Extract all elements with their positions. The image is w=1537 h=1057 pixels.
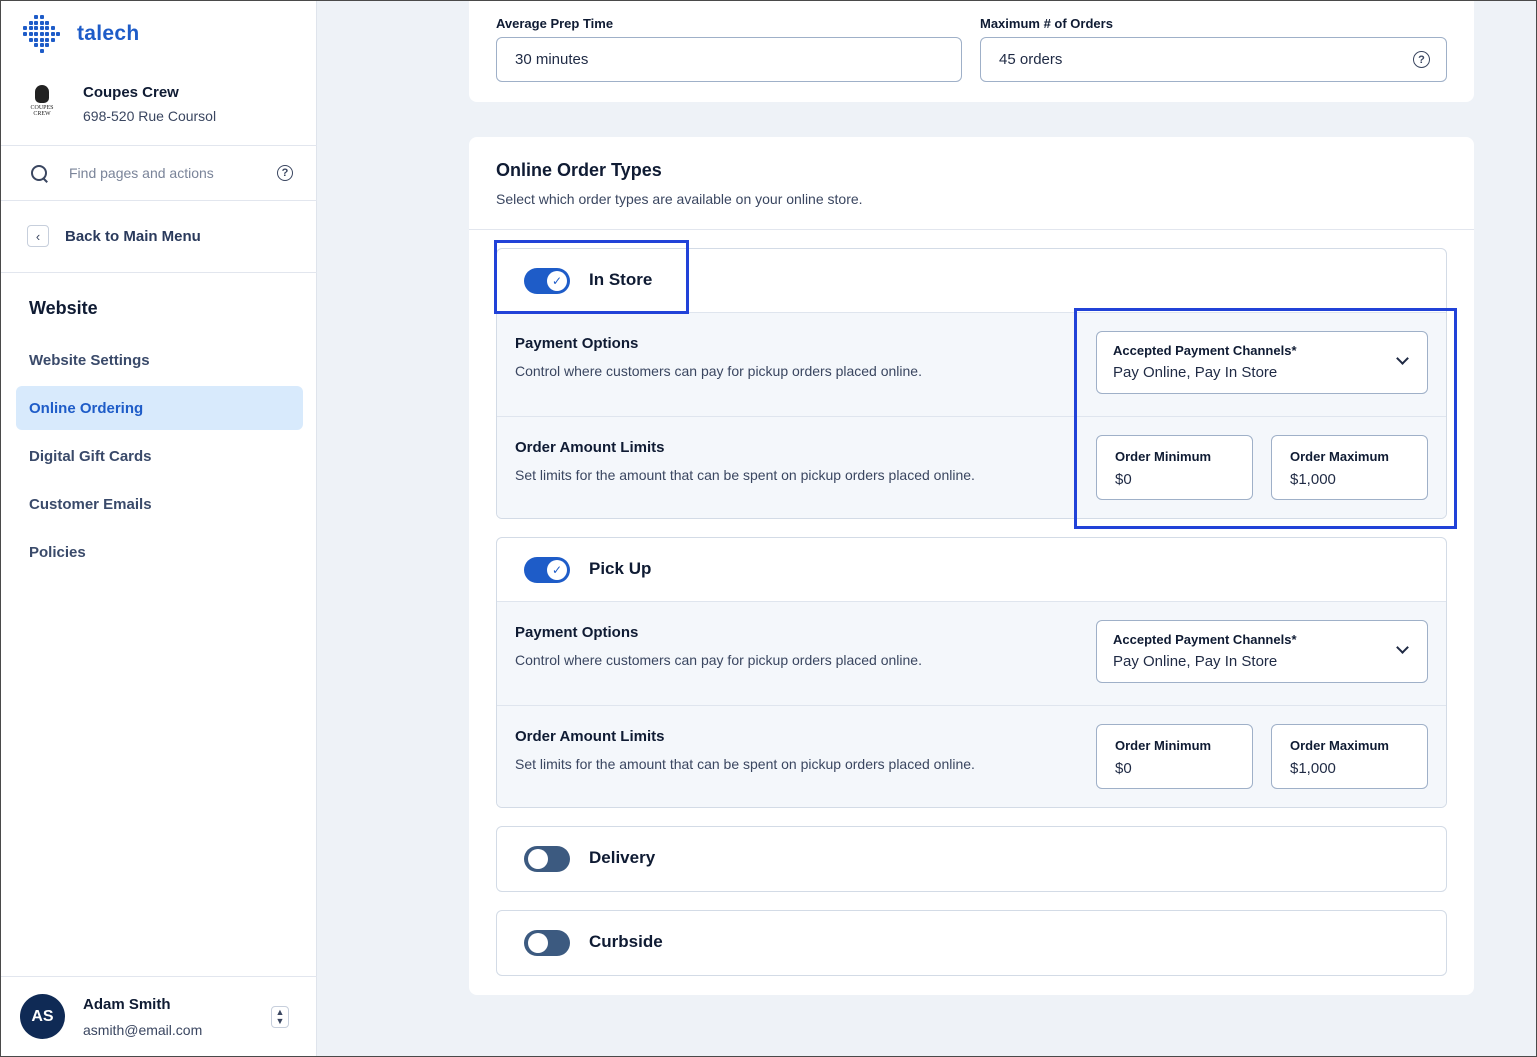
sidebar-item-policies[interactable]: Policies [16,530,303,574]
order-type-name: In Store [589,270,653,289]
check-icon: ✓ [547,560,567,580]
select-label: Accepted Payment Channels* [1113,343,1297,358]
back-to-main-menu-label: Back to Main Menu [65,227,201,245]
curbside-toggle[interactable] [524,930,570,956]
user-email: asmith@email.com [83,1022,203,1038]
order-minimum-value: $0 [1115,760,1132,777]
order-type-curbside: Curbside [496,910,1447,976]
order-amount-limits-title: Order Amount Limits [515,728,665,745]
payment-options-desc: Control where customers can pay for pick… [515,363,922,379]
order-minimum-label: Order Minimum [1115,449,1212,464]
select-label: Accepted Payment Channels* [1113,632,1297,647]
pick-up-toggle[interactable]: ✓ [524,557,570,583]
app-frame: talech COUPES CREW Coupes Crew 698-520 R… [0,0,1537,1057]
sidebar-item-online-ordering[interactable]: Online Ordering [16,386,303,430]
order-maximum-value: $1,000 [1290,760,1336,777]
help-icon[interactable]: ? [1413,51,1430,68]
order-amount-limits-desc: Set limits for the amount that can be sp… [515,467,975,483]
order-maximum-field[interactable]: Order Maximum $1,000 [1271,435,1428,500]
help-icon[interactable]: ? [277,165,293,181]
order-amount-limits-desc: Set limits for the amount that can be sp… [515,756,975,772]
order-minimum-field[interactable]: Order Minimum $0 [1096,724,1253,789]
order-minimum-field[interactable]: Order Minimum $0 [1096,435,1253,500]
brand[interactable]: talech [23,15,140,53]
order-type-name: Pick Up [589,559,652,578]
order-type-delivery: Delivery [496,826,1447,892]
average-prep-time-value: 30 minutes [515,51,589,68]
search-icon [29,163,49,183]
order-maximum-value: $1,000 [1290,471,1336,488]
search-bar: ? [29,161,293,185]
chevron-down-icon [1396,641,1409,654]
brand-name: talech [77,22,140,45]
back-to-main-menu-button[interactable]: ‹ Back to Main Menu [27,225,201,247]
accepted-payment-channels-select[interactable]: Accepted Payment Channels* Pay Online, P… [1096,331,1428,394]
max-orders-value: 45 orders [999,51,1063,68]
order-minimum-label: Order Minimum [1115,738,1212,753]
account-switcher-icon[interactable]: ▲ ▼ [271,1006,289,1028]
order-amount-limits-row: Order Amount Limits Set limits for the a… [497,416,1446,518]
section-title: Website [29,298,98,318]
chevron-left-icon: ‹ [27,225,49,247]
payment-options-desc: Control where customers can pay for pick… [515,652,922,668]
select-value: Pay Online, Pay In Store [1113,653,1278,670]
order-minimum-value: $0 [1115,471,1132,488]
payment-options-row: Payment Options Control where customers … [497,312,1446,416]
store-address: 698-520 Rue Coursol [83,108,217,124]
search-input[interactable] [69,165,259,181]
select-value: Pay Online, Pay In Store [1113,364,1278,381]
order-amount-limits-row: Order Amount Limits Set limits for the a… [497,705,1446,807]
online-order-types-subtitle: Select which order types are available o… [496,191,863,207]
order-maximum-field[interactable]: Order Maximum $1,000 [1271,724,1428,789]
sidebar-item-website-settings[interactable]: Website Settings [16,338,303,382]
user-profile: AS Adam Smith asmith@email.com ▲ ▼ [1,976,317,1056]
divider [1,200,317,201]
online-order-types-card: Online Order Types Select which order ty… [469,137,1474,995]
payment-options-title: Payment Options [515,624,639,641]
order-amount-limits-title: Order Amount Limits [515,439,665,456]
order-maximum-label: Order Maximum [1290,738,1389,753]
delivery-toggle[interactable] [524,846,570,872]
order-type-name: Curbside [589,932,663,951]
order-type-in-store: ✓ In Store Payment Options Control where… [496,248,1447,519]
payment-options-title: Payment Options [515,335,639,352]
online-order-types-title: Online Order Types [496,160,662,180]
store-switcher[interactable]: COUPES CREW Coupes Crew 698-520 Rue Cour… [25,83,216,124]
sidebar-nav: Website Settings Online Ordering Digital… [16,338,303,578]
divider [469,229,1474,230]
chevron-down-icon [1396,352,1409,365]
sidebar-item-digital-gift-cards[interactable]: Digital Gift Cards [16,434,303,478]
divider [1,145,317,146]
order-type-pick-up: ✓ Pick Up Payment Options Control where … [496,537,1447,808]
sidebar-item-customer-emails[interactable]: Customer Emails [16,482,303,526]
prep-settings-card: Average Prep Time 30 minutes Maximum # o… [469,1,1474,102]
talech-logo-icon [23,15,61,53]
order-maximum-label: Order Maximum [1290,449,1389,464]
store-logo-icon: COUPES CREW [25,83,59,123]
in-store-toggle[interactable]: ✓ [524,268,570,294]
check-icon: ✓ [547,271,567,291]
user-name: Adam Smith [83,996,171,1013]
average-prep-time-field[interactable]: 30 minutes [496,37,962,82]
divider [1,272,317,273]
avatar[interactable]: AS [20,994,65,1039]
payment-options-row: Payment Options Control where customers … [497,601,1446,705]
max-orders-label: Maximum # of Orders [980,16,1113,31]
max-orders-field[interactable]: 45 orders ? [980,37,1447,82]
order-type-name: Delivery [589,848,656,867]
sidebar: talech COUPES CREW Coupes Crew 698-520 R… [1,1,317,1056]
accepted-payment-channels-select[interactable]: Accepted Payment Channels* Pay Online, P… [1096,620,1428,683]
store-name: Coupes Crew [83,84,179,101]
average-prep-time-label: Average Prep Time [496,16,614,31]
